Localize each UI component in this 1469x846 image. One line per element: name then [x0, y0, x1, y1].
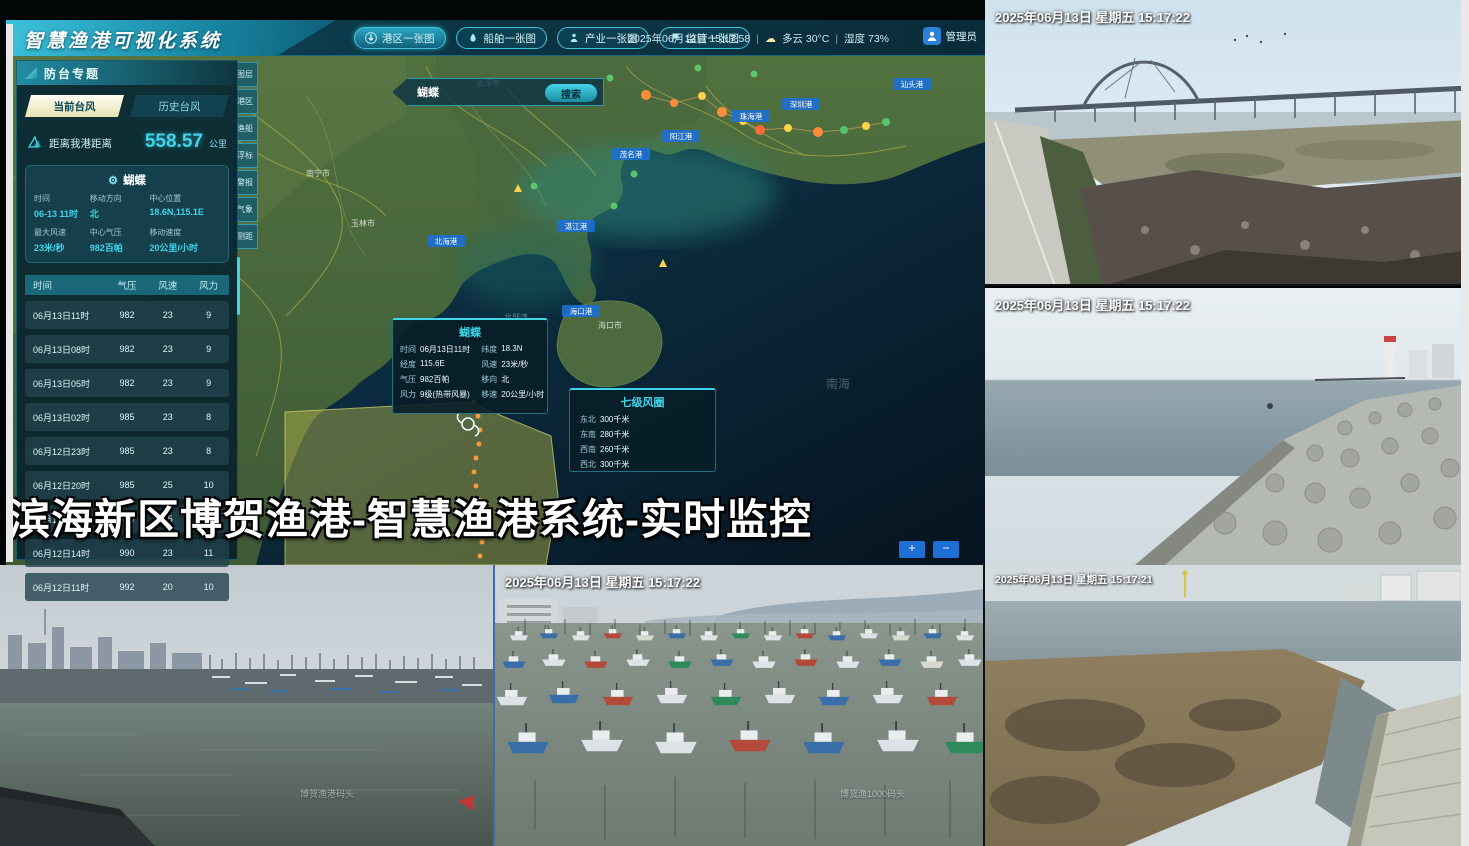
download-icon: [365, 32, 377, 44]
svg-text:汕头港: 汕头港: [901, 79, 924, 89]
table-row[interactable]: 06月12日11时9922010: [25, 573, 229, 601]
weather-icon: ☁: [765, 32, 776, 45]
nav-label: 港区一张图: [382, 31, 435, 46]
table-row[interactable]: 06月13日11时982239: [25, 301, 229, 329]
table-header: 时间气压 风速风力: [25, 275, 229, 295]
user-name: 管理员: [946, 29, 978, 44]
popup-title: 七级风圈: [570, 390, 715, 412]
svg-text:深圳港: 深圳港: [790, 99, 813, 109]
tab-history-typhoon[interactable]: 历史台风: [130, 95, 229, 117]
nav-ship-map-button[interactable]: 船舶一张图: [456, 27, 548, 49]
camera-feed-harbor-panorama[interactable]: 博贺渔港码头: [0, 565, 495, 846]
popup-title: 蝴蝶: [393, 320, 547, 342]
weather: 多云 30°C: [782, 31, 829, 46]
header-status-bar: 2025年06月13日 15:17:58 | ☁ 多云 30°C | 湿度 73…: [628, 31, 889, 46]
user-icon: [923, 27, 941, 45]
table-row[interactable]: 06月12日23时985238: [25, 437, 229, 465]
typhoon-summary-card: ⚙ 蝴蝶 时间06-13 11时 移动方向北 中心位置18.6N,115.1E …: [25, 165, 229, 263]
svg-text:北海港: 北海港: [435, 236, 458, 246]
svg-text:茂名港: 茂名港: [620, 149, 643, 159]
table-row[interactable]: 06月13日08时982239: [25, 335, 229, 363]
dashboard-panel: 智慧渔港可视化系统 港区一张图 船舶一张图 产业一张图 监管一张图: [0, 0, 985, 565]
separator: |: [835, 33, 838, 45]
svg-text:玉林市: 玉林市: [351, 218, 375, 228]
sidebar-scrollbar[interactable]: [237, 257, 240, 315]
camera-feed-breakwater[interactable]: 2025年06月13日 星期五 15:17:22: [985, 288, 1469, 565]
people-icon: [568, 32, 580, 44]
distance-unit: 公里: [209, 137, 227, 150]
distance-row: 距离我港距离 558.57 公里: [27, 131, 227, 153]
datetime: 2025年06月13日 15:17:58: [628, 31, 750, 46]
distance-label: 距离我港距离: [49, 136, 112, 151]
corner-decoration: [25, 67, 37, 79]
distance-icon: [27, 135, 43, 149]
table-row[interactable]: 06月13日05时982239: [25, 369, 229, 397]
svg-text:南宁市: 南宁市: [306, 168, 330, 178]
nav-label: 船舶一张图: [484, 31, 537, 46]
zoom-in-button[interactable]: +: [899, 541, 925, 558]
camera-watermark: 博贺渔港码头: [300, 787, 354, 800]
svg-text:海口港: 海口港: [570, 306, 593, 316]
user-menu[interactable]: 管理员: [923, 27, 978, 45]
map-zoom-controls: + −: [899, 541, 959, 558]
wind-circle-popup: 七级风圈 东北300千米 东南280千米 西南260千米 西北300千米: [569, 388, 716, 472]
svg-text:湛江港: 湛江港: [565, 221, 588, 231]
distance-value: 558.57: [145, 131, 203, 153]
typhoon-tabs: 当前台风 历史台风: [25, 95, 229, 117]
camera-timestamp: 2025年06月13日 星期五 15:17:21: [995, 572, 1153, 587]
table-row[interactable]: 06月13日02时985238: [25, 403, 229, 431]
svg-text:阳江港: 阳江港: [670, 131, 693, 141]
frame-edge-left: [6, 24, 13, 562]
app-logo: 智慧渔港可视化系统: [6, 20, 336, 56]
typhoon-detail-popup: 蝴蝶 时间06月13日11时 纬度18.3N 经度115.6E 风速23米/秒 …: [392, 318, 548, 414]
ship-icon: [467, 32, 479, 44]
camera-feed-beach-pier[interactable]: 2025年06月13日 星期五 15:17:21: [985, 565, 1469, 846]
app-title: 智慧渔港可视化系统: [24, 26, 222, 53]
camera-feed-fishing-fleet[interactable]: 2025年06月13日 星期五 15:17:22 博贺渔1000码头: [495, 565, 985, 846]
screen: 智慧渔港可视化系统 港区一张图 船舶一张图 产业一张图 监管一张图: [0, 0, 1469, 846]
typhoon-name: 蝴蝶: [123, 172, 146, 188]
sidebar-header: 防台专题: [17, 61, 237, 85]
camera-timestamp: 2025年06月13日 星期五 15:17:22: [995, 7, 1190, 26]
sidebar-title: 防台专题: [44, 65, 100, 82]
camera-timestamp: 2025年06月13日 星期五 15:17:22: [995, 295, 1190, 314]
camera-watermark: 博贺渔1000码头: [840, 787, 905, 800]
tab-current-typhoon[interactable]: 当前台风: [25, 95, 124, 117]
typhoon-history-table: 时间气压 风速风力 06月13日11时982239 06月13日08时98223…: [25, 275, 229, 601]
page-title-overlay: 滨海新区博贺渔港-智慧渔港系统-实时监控: [8, 486, 812, 547]
app-header: 智慧渔港可视化系统 港区一张图 船舶一张图 产业一张图 监管一张图: [6, 20, 985, 56]
humidity: 湿度 73%: [844, 31, 889, 46]
camera-timestamp: 2025年06月13日 星期五 15:17:22: [505, 572, 700, 591]
nav-port-map-button[interactable]: 港区一张图: [354, 27, 446, 49]
gear-icon: ⚙: [108, 174, 118, 187]
camera-feed-bridge[interactable]: 2025年06月13日 星期五 15:17:22: [985, 0, 1469, 286]
svg-text:珠海港: 珠海港: [740, 111, 763, 121]
zoom-out-button[interactable]: −: [933, 541, 959, 558]
separator: |: [756, 33, 759, 45]
frame-edge-right: [1461, 0, 1469, 846]
typhoon-search-bar[interactable]: 蝴蝶 搜索: [392, 78, 604, 106]
search-button[interactable]: 搜索: [545, 84, 597, 102]
search-keyword: 蝴蝶: [417, 84, 439, 100]
svg-text:南海: 南海: [826, 376, 850, 391]
svg-text:海口市: 海口市: [598, 320, 622, 330]
typhoon-sidebar: 防台专题 当前台风 历史台风 距离我港距离 558.57 公里 ⚙ 蝴蝶: [16, 60, 238, 560]
